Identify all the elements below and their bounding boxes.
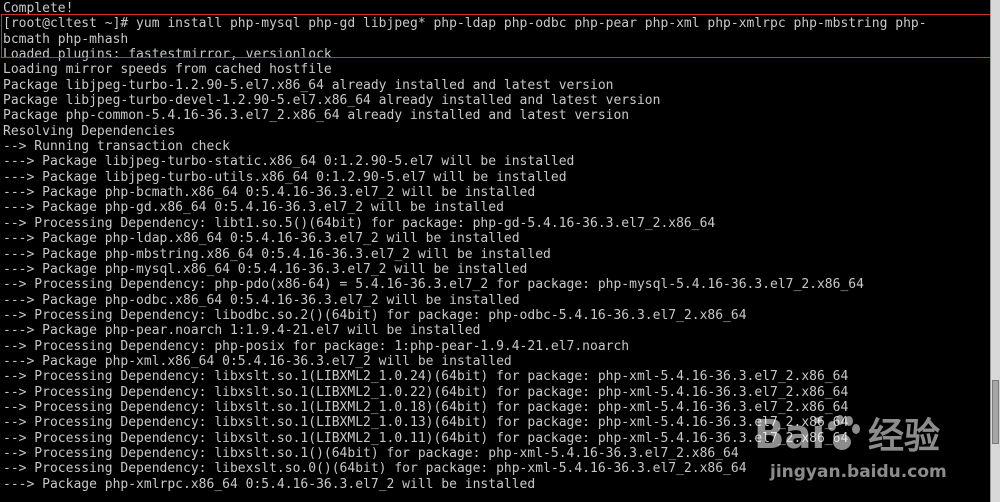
terminal-line: --> Processing Dependency: libxslt.so.1(… — [3, 445, 739, 461]
terminal-line: [root@cltest ~]# yum install php-mysql p… — [3, 16, 927, 32]
terminal-line: --> Processing Dependency: libt1.so.5()(… — [3, 215, 716, 231]
terminal-line: Complete! — [3, 1, 74, 16]
terminal-line: ---> Package php-ldap.x86_64 0:5.4.16-36… — [3, 231, 520, 247]
terminal-line: --> Processing Dependency: libxslt.so.1(… — [3, 369, 849, 385]
terminal-line: ---> Package php-xmlrpc.x86_64 0:5.4.16-… — [3, 476, 536, 492]
terminal-line: --> Running transaction check — [3, 139, 230, 155]
terminal-line: ---> Package php-bcmath.x86_64 0:5.4.16-… — [3, 185, 536, 201]
terminal-line: Package libjpeg-turbo-1.2.90-5.el7.x86_6… — [3, 77, 614, 93]
terminal-line: ---> Package php-xml.x86_64 0:5.4.16-36.… — [3, 353, 512, 369]
terminal-line: --> Processing Dependency: libxslt.so.1(… — [3, 415, 849, 431]
terminal-output: Complete! [root@cltest ~]# yum install ph… — [3, 1, 927, 492]
terminal-line: --> Processing Dependency: libodbc.so.2(… — [3, 307, 747, 323]
terminal-line: --> Processing Dependency: libexslt.so.0… — [3, 461, 747, 477]
scrollbar-thumb[interactable] — [992, 380, 999, 444]
terminal-line: Package php-common-5.4.16-36.3.el7_2.x86… — [3, 108, 630, 124]
terminal-line: ---> Package libjpeg-turbo-static.x86_64… — [3, 154, 575, 170]
vertical-scrollbar[interactable] — [990, 0, 1000, 502]
terminal-line: ---> Package php-pear.noarch 1:1.9.4-21.… — [3, 323, 481, 339]
terminal-line: ---> Package libjpeg-turbo-utils.x86_64 … — [3, 169, 567, 185]
terminal-line: ---> Package php-mysql.x86_64 0:5.4.16-3… — [3, 261, 528, 277]
terminal-line: --> Processing Dependency: libxslt.so.1(… — [3, 399, 849, 415]
terminal-line: bcmath php-mhash — [3, 31, 129, 47]
terminal-line: --> Processing Dependency: libxslt.so.1(… — [3, 430, 849, 446]
terminal-line: --> Processing Dependency: php-posix for… — [3, 338, 630, 354]
terminal-line: Loading mirror speeds from cached hostfi… — [3, 62, 332, 78]
terminal-line: Package libjpeg-turbo-devel-1.2.90-5.el7… — [3, 93, 661, 109]
terminal-line: Resolving Dependencies — [3, 123, 176, 139]
terminal-line: ---> Package php-gd.x86_64 0:5.4.16-36.3… — [3, 200, 504, 216]
terminal-window[interactable]: Complete! [root@cltest ~]# yum install ph… — [0, 0, 990, 502]
terminal-line: ---> Package php-odbc.x86_64 0:5.4.16-36… — [3, 292, 520, 308]
terminal-line: Loaded plugins: fastestmirror, versionlo… — [3, 47, 332, 63]
terminal-line: ---> Package php-mbstring.x86_64 0:5.4.1… — [3, 246, 551, 262]
screenshot: Complete! [root@cltest ~]# yum install ph… — [0, 0, 1000, 502]
terminal-line: --> Processing Dependency: libxslt.so.1(… — [3, 384, 849, 400]
terminal-line: --> Processing Dependency: php-pdo(x86-6… — [3, 277, 864, 293]
